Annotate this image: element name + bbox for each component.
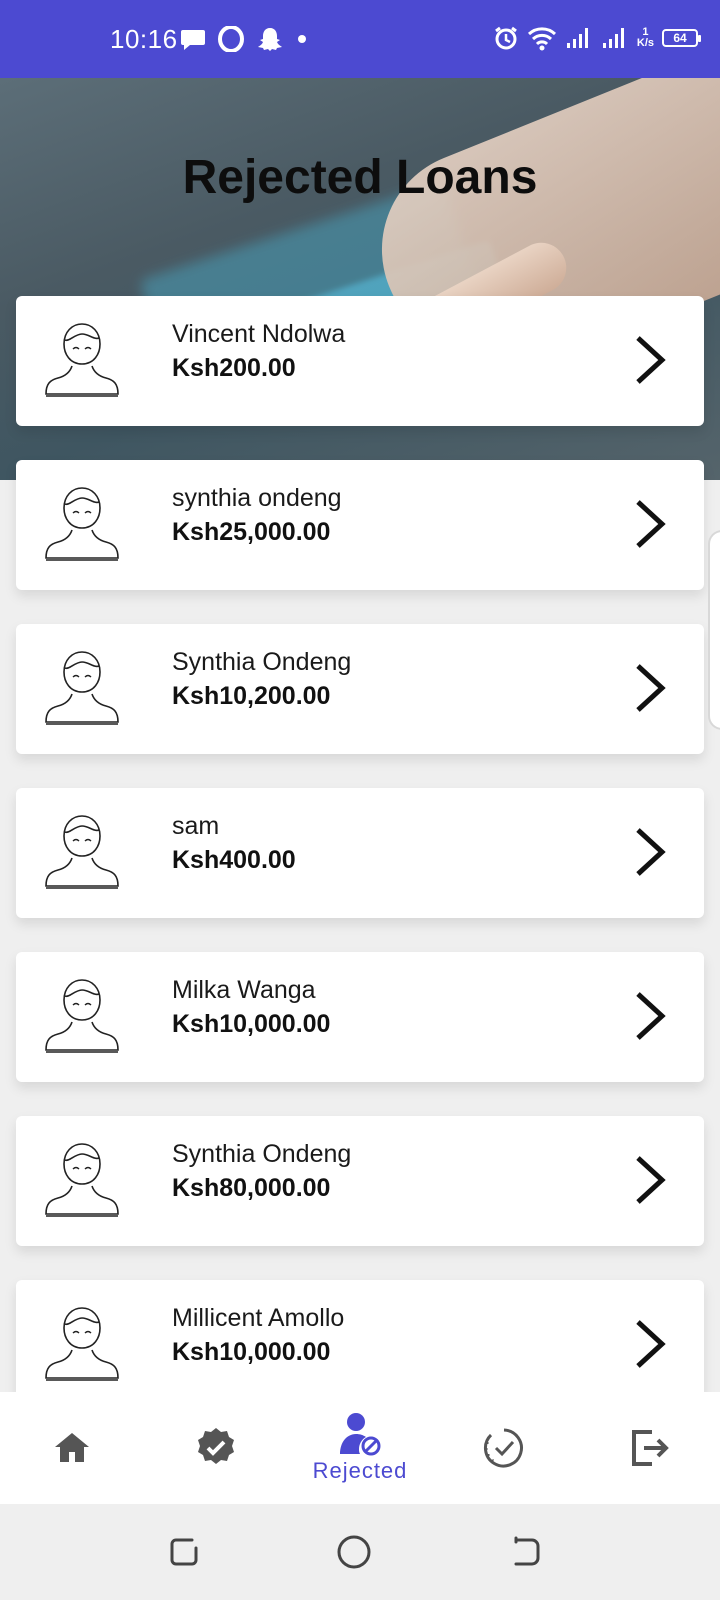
back-button[interactable]: [508, 1534, 544, 1570]
loan-card[interactable]: Millicent Amollo Ksh10,000.00: [16, 1280, 704, 1410]
status-time: 10:16: [110, 24, 178, 54]
loan-amount: Ksh10,200.00: [172, 682, 331, 710]
net-speed-unit: K/s: [636, 37, 654, 49]
loan-card[interactable]: Milka Wanga Ksh10,000.00: [16, 952, 704, 1082]
message-bubble-icon: [181, 30, 205, 50]
page-title: Rejected Loans: [182, 151, 538, 204]
borrower-name: Synthia Ondeng: [172, 1140, 352, 1168]
borrower-name: Vincent Ndolwa: [172, 320, 346, 348]
battery-icon: 64: [662, 29, 701, 47]
loan-amount: Ksh200.00: [172, 354, 296, 382]
nav-approved[interactable]: [144, 1392, 288, 1504]
dot-icon: [298, 35, 306, 43]
loan-card[interactable]: Synthia Ondeng Ksh10,200.00: [16, 624, 704, 754]
system-nav-bar: [0, 1504, 720, 1600]
nav-progress[interactable]: [432, 1392, 576, 1504]
chevron-right-icon[interactable]: [632, 334, 668, 386]
net-speed: 1 K/s: [637, 27, 654, 49]
status-bar: 10:16 1 K/s 64: [0, 0, 720, 78]
avatar-icon: [40, 1300, 124, 1384]
nav-rejected[interactable]: Rejected: [288, 1392, 432, 1504]
recents-button[interactable]: [166, 1534, 202, 1570]
chevron-right-icon[interactable]: [632, 498, 668, 550]
verified-badge-icon: [198, 1428, 234, 1464]
notification-icons: [180, 24, 308, 54]
user-blocked-icon: [340, 1413, 381, 1456]
avatar-icon: [40, 1136, 124, 1220]
borrower-name: Milka Wanga: [172, 976, 316, 1004]
snapchat-icon: [258, 28, 282, 51]
wifi-icon: [527, 27, 556, 51]
avatar-icon: [40, 972, 124, 1056]
side-panel-handle[interactable]: [708, 530, 720, 730]
signal-icon-1: [566, 28, 588, 48]
nav-rejected-label: Rejected: [312, 1458, 408, 1483]
signal-icon-2: [602, 28, 624, 48]
chevron-right-icon[interactable]: [632, 990, 668, 1042]
bottom-nav: Rejected: [0, 1392, 720, 1504]
borrower-name: Synthia Ondeng: [172, 648, 352, 676]
avatar-icon: [40, 316, 124, 400]
loan-amount: Ksh10,000.00: [172, 1338, 331, 1366]
battery-level: 64: [673, 31, 687, 45]
loan-amount: Ksh400.00: [172, 846, 296, 874]
loan-amount: Ksh10,000.00: [172, 1010, 331, 1038]
progress-check-icon: [483, 1428, 523, 1468]
chevron-right-icon[interactable]: [632, 662, 668, 714]
home-icon: [55, 1433, 89, 1462]
borrower-name: synthia ondeng: [172, 484, 342, 512]
chevron-right-icon[interactable]: [632, 826, 668, 878]
avatar-icon: [40, 480, 124, 564]
loan-card[interactable]: Synthia Ondeng Ksh80,000.00: [16, 1116, 704, 1246]
loan-card[interactable]: Vincent Ndolwa Ksh200.00: [16, 296, 704, 426]
logout-icon: [632, 1430, 669, 1466]
chevron-right-icon[interactable]: [632, 1154, 668, 1206]
avatar-icon: [40, 644, 124, 728]
loan-amount: Ksh80,000.00: [172, 1174, 331, 1202]
alarm-icon: [494, 26, 517, 50]
opera-icon: [218, 26, 244, 52]
loan-amount: Ksh25,000.00: [172, 518, 331, 546]
borrower-name: Millicent Amollo: [172, 1304, 345, 1332]
loan-card[interactable]: sam Ksh400.00: [16, 788, 704, 918]
home-button[interactable]: [336, 1534, 372, 1570]
borrower-name: sam: [172, 812, 220, 840]
nav-logout[interactable]: [576, 1392, 720, 1504]
chevron-right-icon[interactable]: [632, 1318, 668, 1370]
nav-home[interactable]: [0, 1392, 144, 1504]
avatar-icon: [40, 808, 124, 892]
system-icons: 1 K/s 64: [493, 22, 701, 54]
loan-card[interactable]: synthia ondeng Ksh25,000.00: [16, 460, 704, 590]
